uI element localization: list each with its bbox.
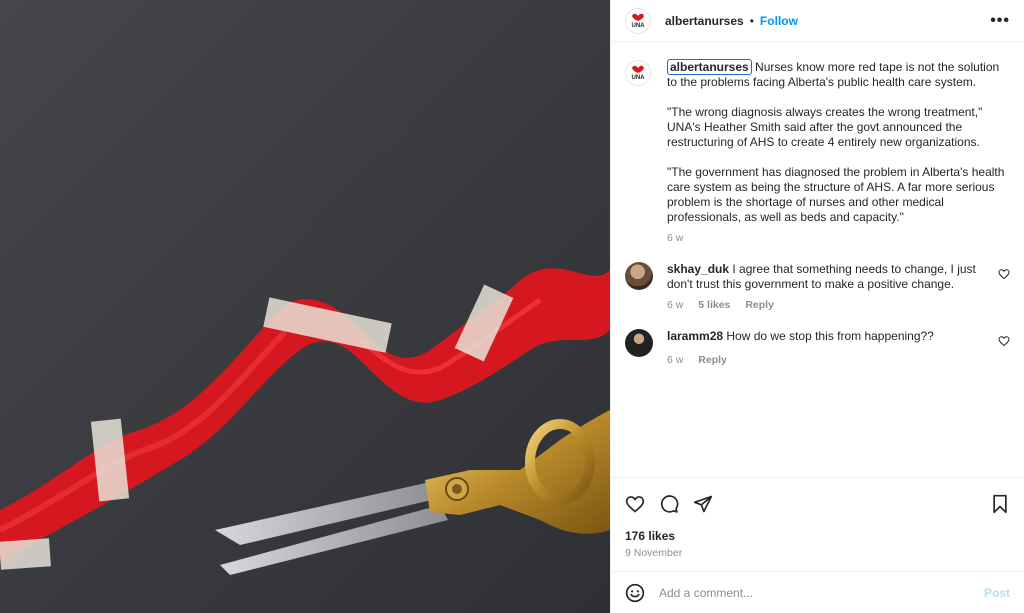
reply-button[interactable]: Reply	[745, 299, 774, 311]
avatar[interactable]: UNA	[625, 7, 651, 34]
comment-username[interactable]: laramm28	[667, 329, 723, 343]
post-image[interactable]	[0, 0, 610, 613]
more-icon[interactable]: •••	[990, 12, 1010, 28]
comment-time[interactable]: 6 w	[667, 299, 683, 311]
caption-time[interactable]: 6 w	[667, 232, 683, 244]
share-icon[interactable]	[693, 494, 713, 514]
follow-button[interactable]: Follow	[760, 14, 798, 28]
una-heart-logo-icon	[632, 65, 644, 73]
comment-row: skhay_duk I agree that something needs t…	[625, 262, 1010, 313]
bookmark-icon[interactable]	[990, 494, 1010, 514]
avatar-text: UNA	[631, 75, 645, 81]
avatar[interactable]: UNA	[625, 60, 651, 86]
like-count[interactable]: 176 likes	[611, 529, 1024, 543]
comment-text: How do we stop this from happening??	[726, 329, 934, 343]
post-header: UNA albertanurses • Follow •••	[611, 0, 1024, 42]
caption-paragraph-2: "The wrong diagnosis always creates the …	[667, 105, 983, 149]
comment-icon[interactable]	[659, 494, 679, 514]
caption-paragraph-3: "The government has diagnosed the proble…	[667, 165, 1005, 224]
ribbon-scissors-illustration	[0, 0, 610, 613]
post-button[interactable]: Post	[984, 586, 1010, 600]
caption: UNA albertanurses Nurses know more red t…	[625, 59, 1010, 246]
comment-likes[interactable]: 5 likes	[698, 299, 730, 311]
emoji-icon[interactable]	[625, 583, 645, 603]
instagram-post-view: UNA albertanurses • Follow ••• UNA alber…	[0, 0, 1024, 613]
avatar-text: UNA	[631, 22, 645, 29]
comment-username[interactable]: skhay_duk	[667, 262, 729, 276]
post-side-panel: UNA albertanurses • Follow ••• UNA alber…	[610, 0, 1024, 613]
comments-list[interactable]: UNA albertanurses Nurses know more red t…	[611, 42, 1024, 477]
comment-row: laramm28 How do we stop this from happen…	[625, 329, 1010, 368]
comment-like-heart-icon[interactable]	[998, 268, 1010, 280]
separator-dot: •	[749, 13, 754, 28]
comment-input[interactable]	[659, 585, 984, 600]
una-heart-logo-icon	[632, 13, 644, 21]
action-bar	[611, 477, 1024, 529]
heart-icon[interactable]	[625, 494, 645, 514]
header-username[interactable]: albertanurses	[665, 14, 744, 28]
avatar[interactable]	[625, 262, 653, 290]
add-comment-bar: Post	[611, 571, 1024, 613]
post-date[interactable]: 9 November	[611, 543, 1024, 571]
avatar[interactable]	[625, 329, 653, 357]
comment-like-heart-icon[interactable]	[998, 335, 1010, 347]
comment-time[interactable]: 6 w	[667, 354, 683, 366]
reply-button[interactable]: Reply	[698, 354, 727, 366]
caption-username[interactable]: albertanurses	[667, 59, 752, 75]
